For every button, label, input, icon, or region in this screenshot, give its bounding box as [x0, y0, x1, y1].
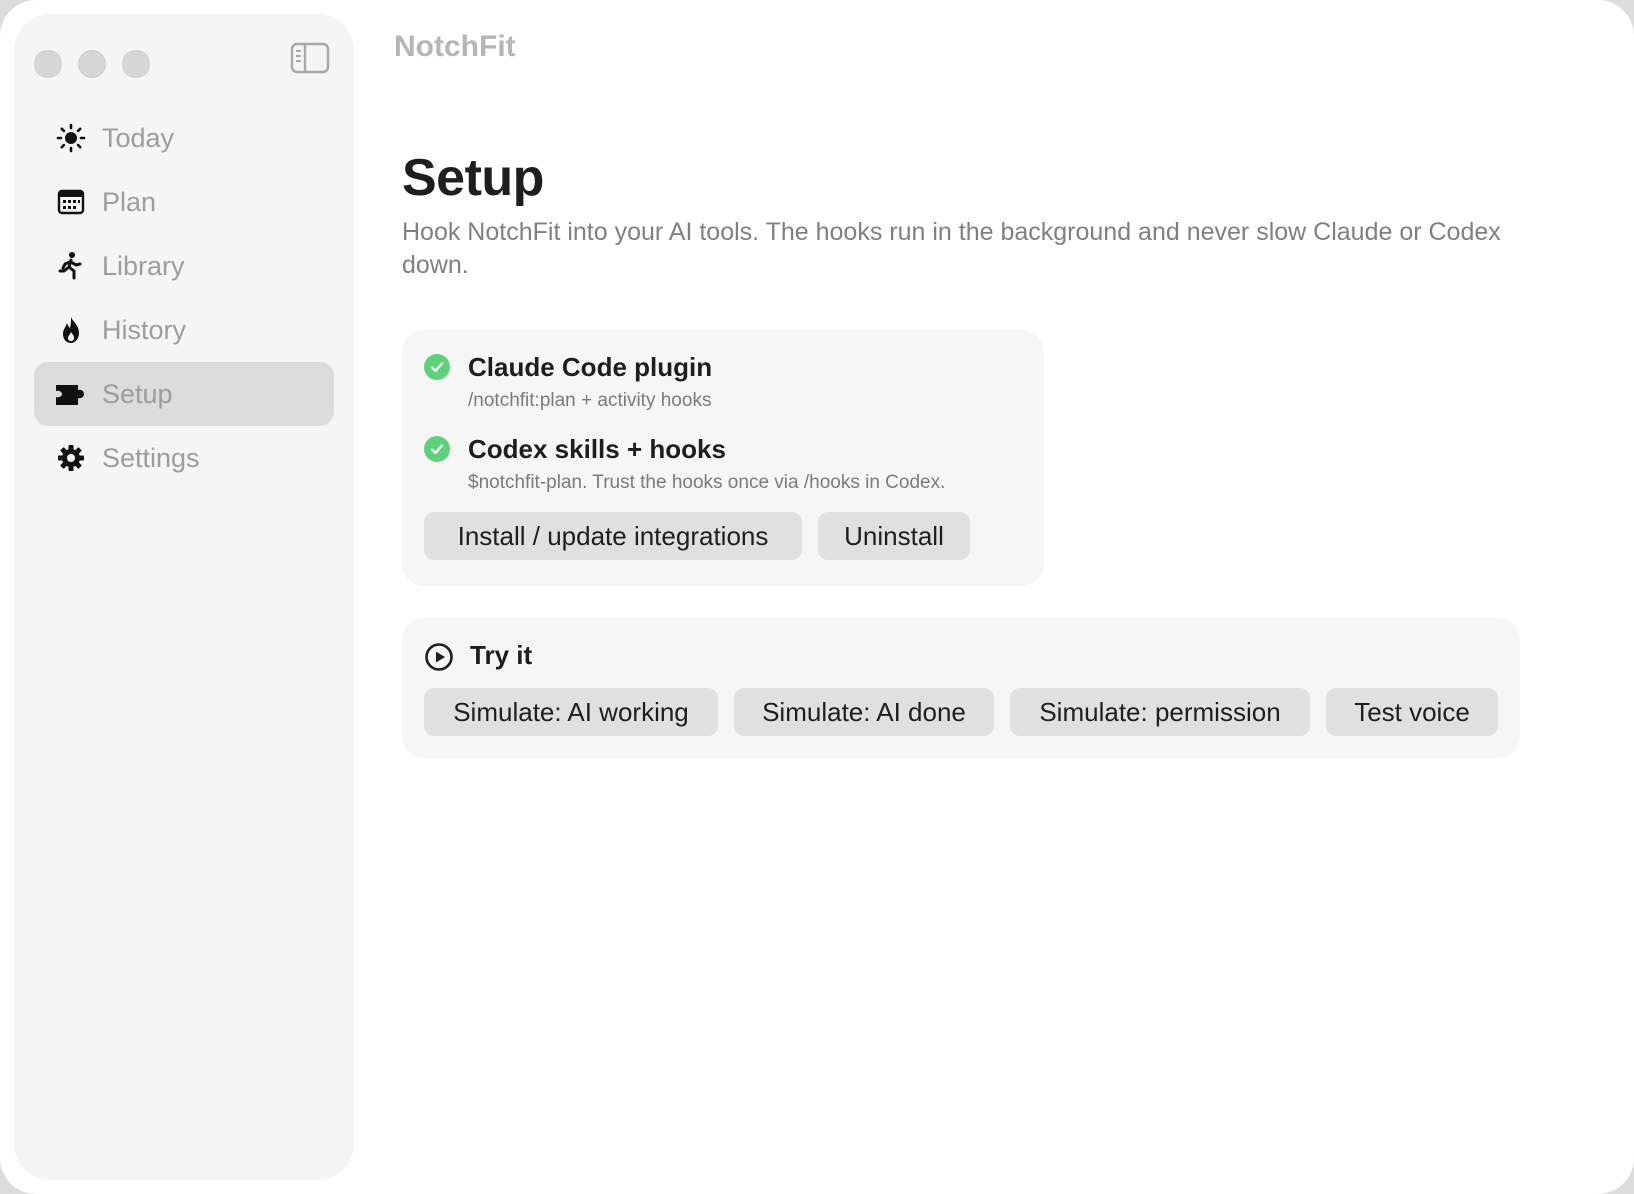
play-circle-icon — [425, 643, 453, 671]
uninstall-button[interactable]: Uninstall — [818, 512, 970, 560]
check-circle-icon — [424, 436, 450, 462]
simulate-ai-done-button[interactable]: Simulate: AI done — [734, 688, 994, 736]
minimize-button[interactable] — [78, 50, 106, 78]
page-title: Setup — [402, 149, 544, 207]
try-it-card: Try it Simulate: AI working Simulate: AI… — [402, 618, 1520, 758]
sidebar-item-setup[interactable]: Setup — [34, 362, 334, 426]
sun-icon — [52, 119, 90, 157]
integration-title: Codex skills + hooks — [468, 434, 726, 464]
simulate-ai-working-button[interactable]: Simulate: AI working — [424, 688, 718, 736]
sidebar-item-label: Today — [102, 122, 175, 153]
check-circle-icon — [424, 354, 450, 380]
integration-title: Claude Code plugin — [468, 352, 713, 382]
window-title: NotchFit — [394, 30, 516, 63]
sidebar-nav: Today Plan Library History Setup Setting… — [34, 106, 334, 490]
sidebar-item-today[interactable]: Today — [34, 106, 334, 170]
integrations-card: Claude Code plugin /notchfit:plan + acti… — [402, 330, 1044, 586]
simulate-permission-button[interactable]: Simulate: permission — [1010, 688, 1310, 736]
puzzle-icon — [52, 375, 90, 413]
integration-description: $notchfit-plan. Trust the hooks once via… — [468, 472, 946, 493]
sidebar-toggle-button[interactable] — [286, 34, 334, 82]
sidebar: Today Plan Library History Setup Setting… — [14, 14, 354, 1180]
test-voice-button[interactable]: Test voice — [1326, 688, 1498, 736]
sidebar-item-label: Plan — [102, 186, 157, 217]
sidebar-item-label: History — [102, 314, 187, 345]
app-window: Today Plan Library History Setup Setting… — [0, 0, 1634, 1194]
try-it-title: Try it — [470, 640, 533, 670]
install-update-button[interactable]: Install / update integrations — [424, 512, 802, 560]
integration-description: /notchfit:plan + activity hooks — [468, 390, 712, 411]
sidebar-toggle-icon — [290, 42, 330, 74]
calendar-icon — [52, 183, 90, 221]
sidebar-item-label: Setup — [102, 378, 173, 409]
page-subtitle: Hook NotchFit into your AI tools. The ho… — [402, 218, 1501, 279]
sidebar-item-plan[interactable]: Plan — [34, 170, 334, 234]
zoom-button[interactable] — [122, 50, 150, 78]
sidebar-item-library[interactable]: Library — [34, 234, 334, 298]
close-button[interactable] — [34, 50, 62, 78]
sidebar-item-history[interactable]: History — [34, 298, 334, 362]
sidebar-item-label: Library — [102, 250, 185, 281]
sidebar-item-settings[interactable]: Settings — [34, 426, 334, 490]
gear-icon — [52, 439, 90, 477]
sidebar-item-label: Settings — [102, 442, 200, 473]
flame-icon — [52, 311, 90, 349]
figure-run-icon — [52, 247, 90, 285]
